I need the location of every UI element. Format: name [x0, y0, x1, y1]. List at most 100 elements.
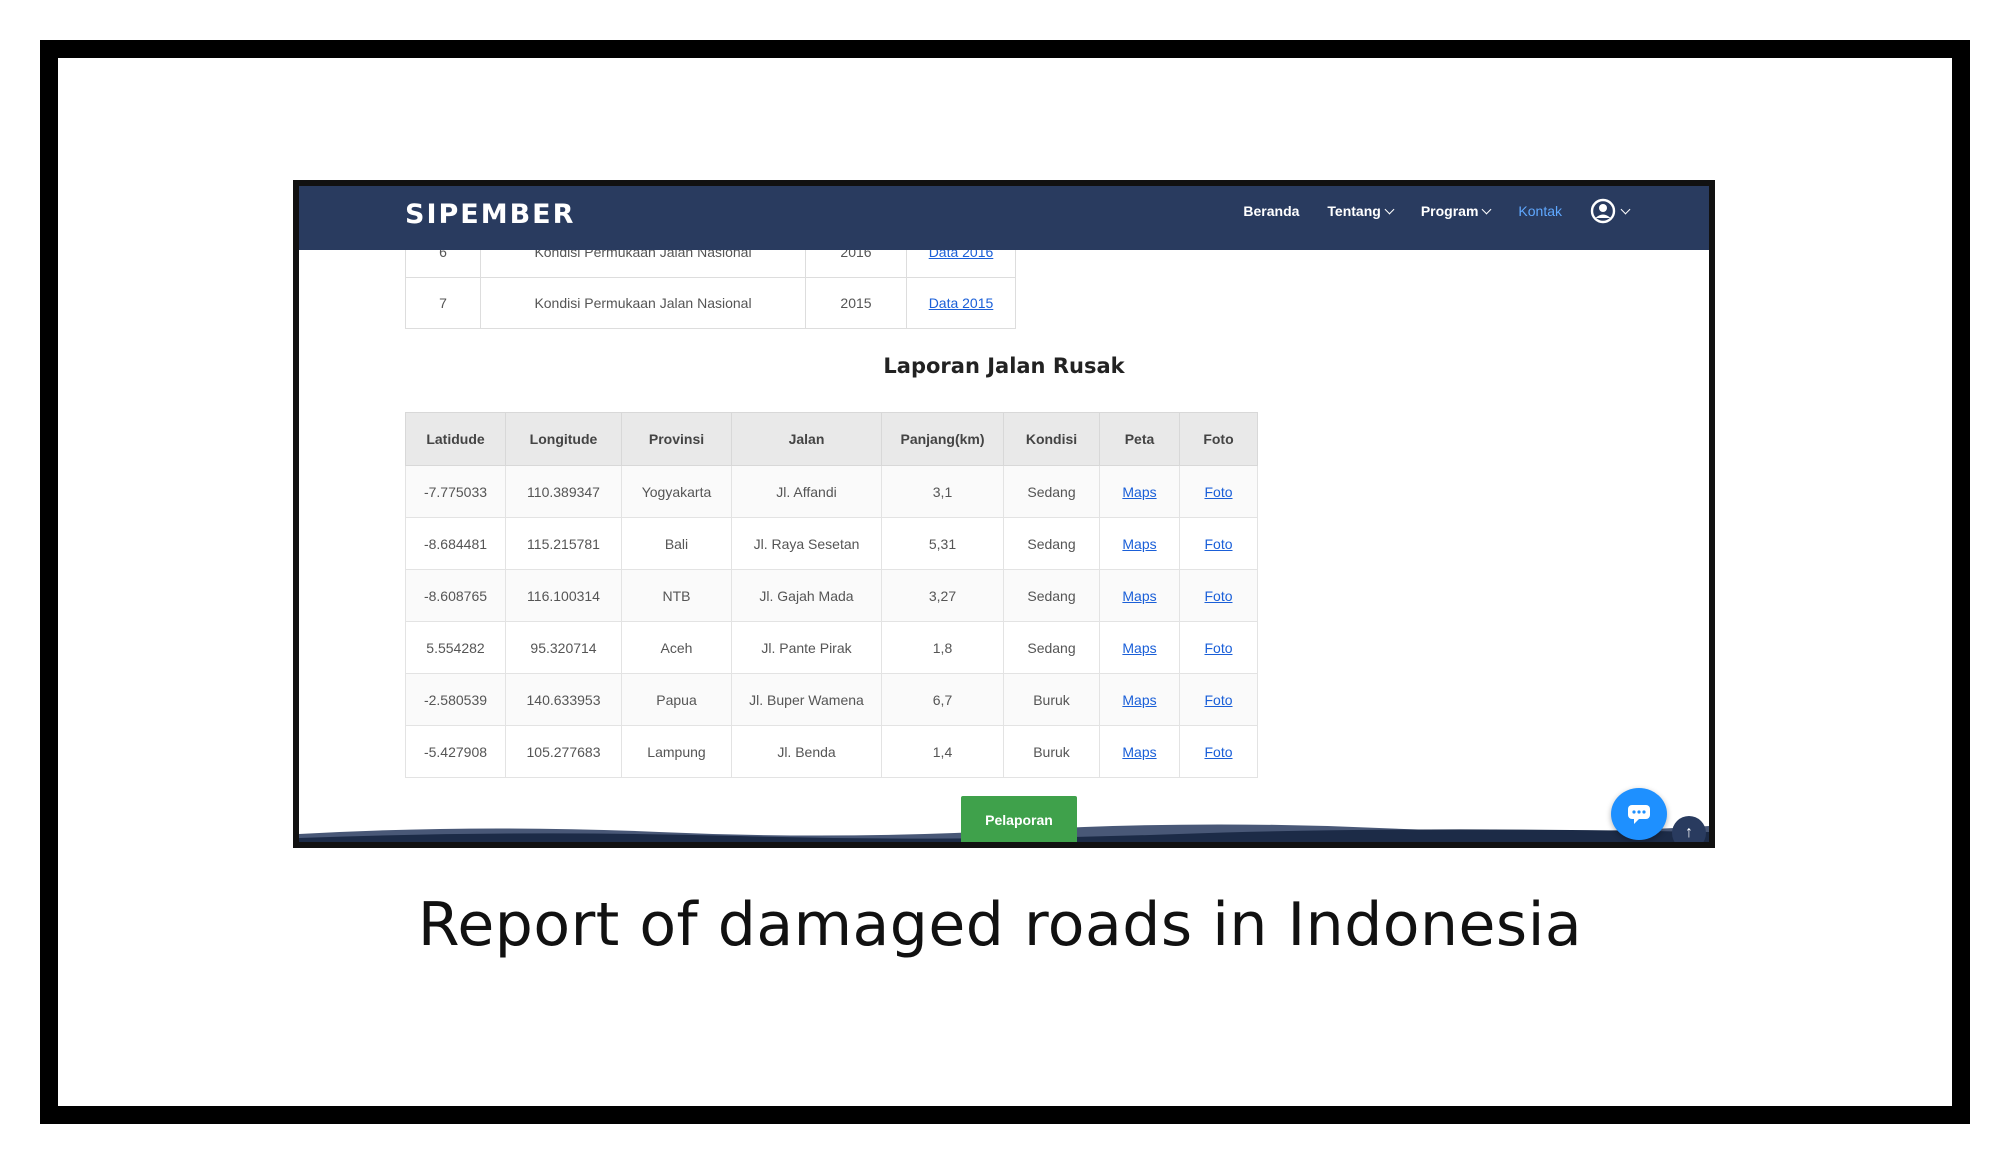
- nav-kontak[interactable]: Kontak: [1518, 203, 1562, 219]
- table-row: 7 Kondisi Permukaan Jalan Nasional 2015 …: [405, 277, 1016, 329]
- table-row: -7.775033 110.389347 Yogyakarta Jl. Affa…: [405, 465, 1258, 518]
- cell-province: Lampung: [621, 725, 732, 778]
- photo-link[interactable]: Foto: [1204, 588, 1232, 604]
- nav-program[interactable]: Program: [1420, 203, 1492, 219]
- cell-latitude: -8.684481: [405, 517, 506, 570]
- chat-icon: [1628, 805, 1650, 824]
- column-header: Panjang(km): [881, 412, 1004, 466]
- photo-link[interactable]: Foto: [1204, 536, 1232, 552]
- column-header: Jalan: [731, 412, 882, 466]
- website-screenshot: SIPEMBER Beranda Tentang Program Kontak: [293, 180, 1715, 848]
- photo-link[interactable]: Foto: [1204, 484, 1232, 500]
- cell-road: Jl. Affandi: [731, 465, 882, 518]
- cell-condition: Buruk: [1003, 673, 1100, 726]
- cell-length: 3,27: [881, 569, 1004, 622]
- cell-map: Maps: [1099, 517, 1180, 570]
- nav-tentang-label: Tentang: [1327, 203, 1381, 219]
- cell-length: 1,4: [881, 725, 1004, 778]
- cell-road: Jl. Raya Sesetan: [731, 517, 882, 570]
- dataset-year: 2015: [805, 277, 907, 329]
- cell-condition: Sedang: [1003, 569, 1100, 622]
- row-number: 7: [405, 277, 481, 329]
- cell-road: Jl. Buper Wamena: [731, 673, 882, 726]
- cell-province: Papua: [621, 673, 732, 726]
- cell-province: NTB: [621, 569, 732, 622]
- cell-latitude: -8.608765: [405, 569, 506, 622]
- cell-length: 5,31: [881, 517, 1004, 570]
- cell-map: Maps: [1099, 725, 1180, 778]
- column-header: Provinsi: [621, 412, 732, 466]
- maps-link[interactable]: Maps: [1122, 588, 1156, 604]
- maps-link[interactable]: Maps: [1122, 536, 1156, 552]
- column-header: Kondisi: [1003, 412, 1100, 466]
- cell-longitude: 140.633953: [505, 673, 622, 726]
- brand-logo[interactable]: SIPEMBER: [405, 199, 575, 230]
- photo-link[interactable]: Foto: [1204, 640, 1232, 656]
- user-menu[interactable]: [1590, 198, 1631, 224]
- cell-province: Aceh: [621, 621, 732, 674]
- table-header-row: Latidude Longitude Provinsi Jalan Panjan…: [405, 412, 1258, 466]
- section-title: Laporan Jalan Rusak: [883, 354, 1125, 378]
- cell-longitude: 95.320714: [505, 621, 622, 674]
- cell-photo: Foto: [1179, 621, 1258, 674]
- cell-latitude: -2.580539: [405, 673, 506, 726]
- nav-program-label: Program: [1420, 203, 1479, 219]
- cell-length: 6,7: [881, 673, 1004, 726]
- cell-length: 3,1: [881, 465, 1004, 518]
- cell-longitude: 116.100314: [505, 569, 622, 622]
- photo-link[interactable]: Foto: [1204, 692, 1232, 708]
- scroll-top-button[interactable]: ↑: [1672, 816, 1706, 842]
- chevron-down-icon: [1620, 204, 1631, 214]
- damaged-roads-table: Latidude Longitude Provinsi Jalan Panjan…: [405, 412, 1258, 778]
- cell-map: Maps: [1099, 465, 1180, 518]
- cell-condition: Sedang: [1003, 517, 1100, 570]
- cell-latitude: -7.775033: [405, 465, 506, 518]
- table-row: 5.554282 95.320714 Aceh Jl. Pante Pirak …: [405, 621, 1258, 674]
- chevron-down-icon: [1384, 204, 1395, 214]
- cell-latitude: -5.427908: [405, 725, 506, 778]
- dataset-link-cell: Data 2015: [906, 277, 1016, 329]
- caption: Report of damaged roads in Indonesia: [417, 890, 1583, 960]
- cell-province: Yogyakarta: [621, 465, 732, 518]
- nav-tentang[interactable]: Tentang: [1327, 203, 1395, 219]
- chat-button[interactable]: [1611, 788, 1667, 840]
- cell-latitude: 5.554282: [405, 621, 506, 674]
- report-button[interactable]: Pelaporan: [961, 796, 1077, 842]
- table-row: -5.427908 105.277683 Lampung Jl. Benda 1…: [405, 725, 1258, 778]
- cell-photo: Foto: [1179, 725, 1258, 778]
- column-header: Peta: [1099, 412, 1180, 466]
- nav-beranda-label: Beranda: [1243, 203, 1300, 219]
- photo-link[interactable]: Foto: [1204, 744, 1232, 760]
- nav-beranda[interactable]: Beranda: [1243, 203, 1299, 219]
- user-circle-icon: [1590, 198, 1616, 224]
- cell-province: Bali: [621, 517, 732, 570]
- dataset-link[interactable]: Data 2015: [929, 295, 994, 311]
- maps-link[interactable]: Maps: [1122, 692, 1156, 708]
- dataset-name: Kondisi Permukaan Jalan Nasional: [480, 277, 806, 329]
- cell-photo: Foto: [1179, 569, 1258, 622]
- maps-link[interactable]: Maps: [1122, 640, 1156, 656]
- column-header: Foto: [1179, 412, 1258, 466]
- table-row: -2.580539 140.633953 Papua Jl. Buper Wam…: [405, 673, 1258, 726]
- cell-map: Maps: [1099, 621, 1180, 674]
- navbar: SIPEMBER Beranda Tentang Program Kontak: [299, 186, 1709, 250]
- cell-road: Jl. Gajah Mada: [731, 569, 882, 622]
- table-row: -8.684481 115.215781 Bali Jl. Raya Seset…: [405, 517, 1258, 570]
- cell-condition: Sedang: [1003, 465, 1100, 518]
- nav-links: Beranda Tentang Program Kontak: [1243, 198, 1631, 224]
- page-content: 6 Kondisi Permukaan Jalan Nasional 2016 …: [299, 226, 1709, 842]
- column-header: Latidude: [405, 412, 506, 466]
- cell-longitude: 115.215781: [505, 517, 622, 570]
- maps-link[interactable]: Maps: [1122, 484, 1156, 500]
- column-header: Longitude: [505, 412, 622, 466]
- cell-photo: Foto: [1179, 673, 1258, 726]
- maps-link[interactable]: Maps: [1122, 744, 1156, 760]
- cell-length: 1,8: [881, 621, 1004, 674]
- nav-kontak-label: Kontak: [1518, 203, 1562, 219]
- cell-longitude: 105.277683: [505, 725, 622, 778]
- cell-road: Jl. Pante Pirak: [731, 621, 882, 674]
- cell-road: Jl. Benda: [731, 725, 882, 778]
- arrow-up-icon: ↑: [1685, 824, 1693, 841]
- cell-longitude: 110.389347: [505, 465, 622, 518]
- cell-condition: Sedang: [1003, 621, 1100, 674]
